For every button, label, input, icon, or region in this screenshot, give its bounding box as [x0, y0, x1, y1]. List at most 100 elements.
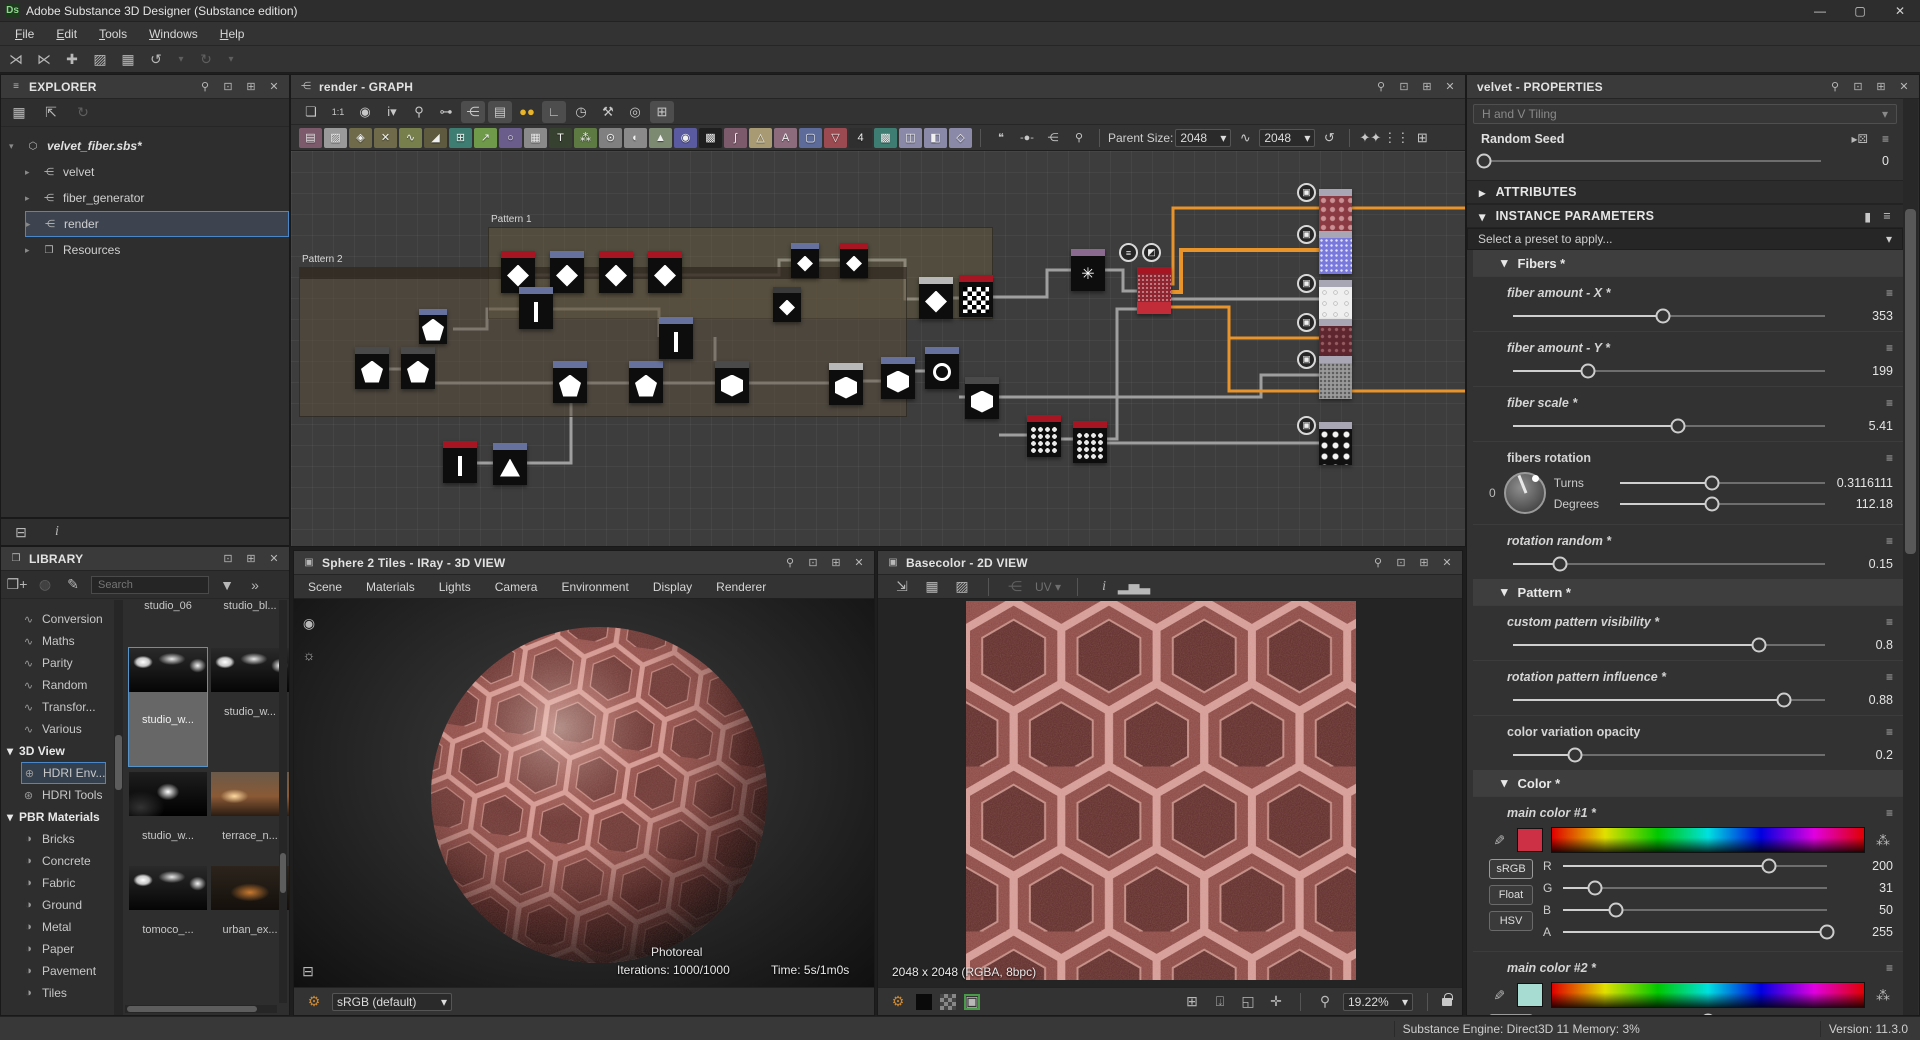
channel-slider[interactable] [1563, 865, 1827, 867]
channel-slider[interactable] [1563, 931, 1827, 933]
library-grid-scrollbar[interactable] [279, 600, 287, 1003]
pin-icon[interactable]: ⚲ [198, 80, 212, 94]
param-menu-icon[interactable]: ≡ [1886, 615, 1893, 629]
usage-badge-icon[interactable]: ◩ [1142, 243, 1161, 262]
graph-node[interactable] [965, 377, 999, 419]
export-icon[interactable]: ⇱ [41, 103, 61, 123]
view3d-menu-renderer[interactable]: Renderer [716, 580, 766, 594]
channel-slider[interactable] [1563, 887, 1827, 889]
grid-snap-icon[interactable]: ⊞ [650, 101, 674, 123]
menu-help[interactable]: Help [209, 24, 256, 44]
search-input[interactable] [91, 576, 209, 594]
library-grid-hscrollbar[interactable] [125, 1005, 277, 1013]
graph-node[interactable] [648, 251, 682, 293]
description-badge-icon[interactable]: ≡ [1119, 243, 1138, 262]
rotation-slider[interactable] [1620, 503, 1825, 505]
maximize-panel-icon[interactable]: ⊞ [244, 80, 258, 94]
library-item[interactable]: studio_06 [129, 600, 207, 612]
library-item[interactable]: urban_ex... [211, 866, 289, 962]
param-menu-icon[interactable]: ≡ [1886, 806, 1893, 820]
graph-wire[interactable] [993, 270, 1071, 297]
slider-thumb[interactable] [1552, 557, 1567, 572]
filter-icon[interactable]: ▼ [217, 575, 237, 595]
instance-parameters-header[interactable]: ▾INSTANCE PARAMETERS▮≡ [1467, 204, 1903, 228]
zoom-icon[interactable]: ⚲ [1315, 992, 1335, 1012]
pin-icon[interactable]: ⚲ [783, 556, 797, 570]
hue-gradient-bar[interactable] [1551, 827, 1865, 853]
transform-node-icon[interactable]: ⊞ [449, 128, 472, 148]
graph-node[interactable] [519, 287, 553, 329]
slider-thumb[interactable] [1701, 1014, 1716, 1016]
close-panel-icon[interactable]: ✕ [852, 556, 866, 570]
graph-wire[interactable] [1167, 208, 1319, 284]
param-menu-icon[interactable]: ≡ [1886, 286, 1893, 300]
explorer-item-velvet[interactable]: ▸⋲velvet [25, 159, 289, 185]
library-category-pavement[interactable]: ◑Pavement [21, 960, 96, 982]
library-category-concrete[interactable]: ◑Concrete [21, 850, 91, 872]
text-a-node-icon[interactable]: A [774, 128, 797, 148]
camera-icon[interactable]: ◉ [299, 613, 319, 633]
library-category-bricks[interactable]: ◑Bricks [21, 828, 75, 850]
params-menu-icon[interactable]: ≡ [1883, 209, 1891, 224]
flood-fill-node-icon[interactable]: ▽ [824, 128, 847, 148]
export-image-icon[interactable]: ⇲ [892, 577, 912, 597]
rotation-slider[interactable] [1620, 482, 1825, 484]
minimize-icon[interactable]: — [1800, 0, 1840, 22]
library-category-random[interactable]: ∿Random [21, 674, 87, 696]
library-item[interactable]: tomoco_... [129, 866, 207, 962]
graph-node[interactable] [1073, 421, 1107, 463]
layers-icon[interactable]: ▤ [488, 101, 512, 123]
slider-thumb[interactable] [1655, 309, 1670, 324]
svg-node-icon[interactable]: ▨ [324, 128, 347, 148]
link-dots-icon[interactable]: ✦✦ [1358, 127, 1382, 149]
library-category-fabric[interactable]: ◑Fabric [21, 872, 75, 894]
add-folder-icon[interactable]: ❒+ [7, 575, 27, 595]
chevron-down-icon[interactable]: ▾ [1501, 255, 1508, 271]
uv-toggle[interactable]: UV ▾ [1035, 580, 1061, 594]
dot-link-icon[interactable]: -●- [1015, 127, 1039, 149]
graph-node[interactable] [840, 243, 868, 278]
slider-thumb[interactable] [1671, 419, 1686, 434]
edit-icon[interactable]: ✎ [63, 575, 83, 595]
center-icon[interactable]: ✛ [1266, 992, 1286, 1012]
mips-icon[interactable]: ⍗ [1210, 992, 1230, 1012]
graph-node[interactable]: ✳ [1071, 249, 1105, 291]
chevron-right-icon[interactable]: ▸ [25, 167, 35, 178]
float-icon[interactable]: ⊡ [1851, 80, 1865, 94]
gradient-axial-node-icon[interactable]: ◧ [924, 128, 947, 148]
library-category-metal[interactable]: ◑Metal [21, 916, 71, 938]
timer-icon[interactable]: ◷ [569, 101, 593, 123]
slider-thumb[interactable] [1761, 859, 1776, 874]
graph-node[interactable] [829, 363, 863, 405]
param-slider[interactable] [1513, 425, 1825, 427]
distance-node-icon[interactable]: ◫ [899, 128, 922, 148]
graph-node[interactable] [355, 347, 389, 389]
palette-icon[interactable]: ⁂ [1873, 830, 1893, 850]
maximize-panel-icon[interactable]: ⊞ [1417, 556, 1431, 570]
viewport-3d[interactable]: ◉ ☼ ⊟ Photoreal Iterations: 1000/1000 Ti… [294, 599, 874, 987]
graph-node[interactable] [925, 347, 959, 389]
chevron-down-icon[interactable]: ▾ [1501, 775, 1508, 791]
graph-node[interactable] [599, 251, 633, 293]
slider-thumb[interactable] [1820, 925, 1835, 940]
graph-wire[interactable] [993, 375, 1319, 397]
screenshot-icon[interactable]: ◉ [353, 101, 377, 123]
dock-dots-icon[interactable]: ⋮⋮ [1384, 127, 1408, 149]
explorer-item-Resources[interactable]: ▸❒Resources [25, 237, 289, 263]
library-category-transfor-[interactable]: ∿Transfor... [21, 696, 96, 718]
link-color-icon[interactable]: ●● [515, 101, 539, 123]
height-output[interactable]: ▣ [1319, 422, 1352, 465]
mode-button-float[interactable]: Float [1489, 885, 1533, 905]
graph-node[interactable] [493, 443, 527, 485]
link-size-icon[interactable]: ∿ [1233, 127, 1257, 149]
text-node-icon[interactable]: T [549, 128, 572, 148]
pin-icon[interactable]: ⚲ [1828, 80, 1842, 94]
graph-node[interactable] [629, 361, 663, 403]
graph-wire[interactable] [1107, 309, 1137, 439]
float-icon[interactable]: ⊡ [221, 80, 235, 94]
hue-gradient-bar[interactable] [1551, 982, 1865, 1008]
param-slider[interactable] [1513, 563, 1825, 565]
channel-shuffle-node-icon[interactable]: ✕ [374, 128, 397, 148]
close-panel-icon[interactable]: ✕ [1443, 80, 1457, 94]
graph-node[interactable] [715, 361, 749, 403]
